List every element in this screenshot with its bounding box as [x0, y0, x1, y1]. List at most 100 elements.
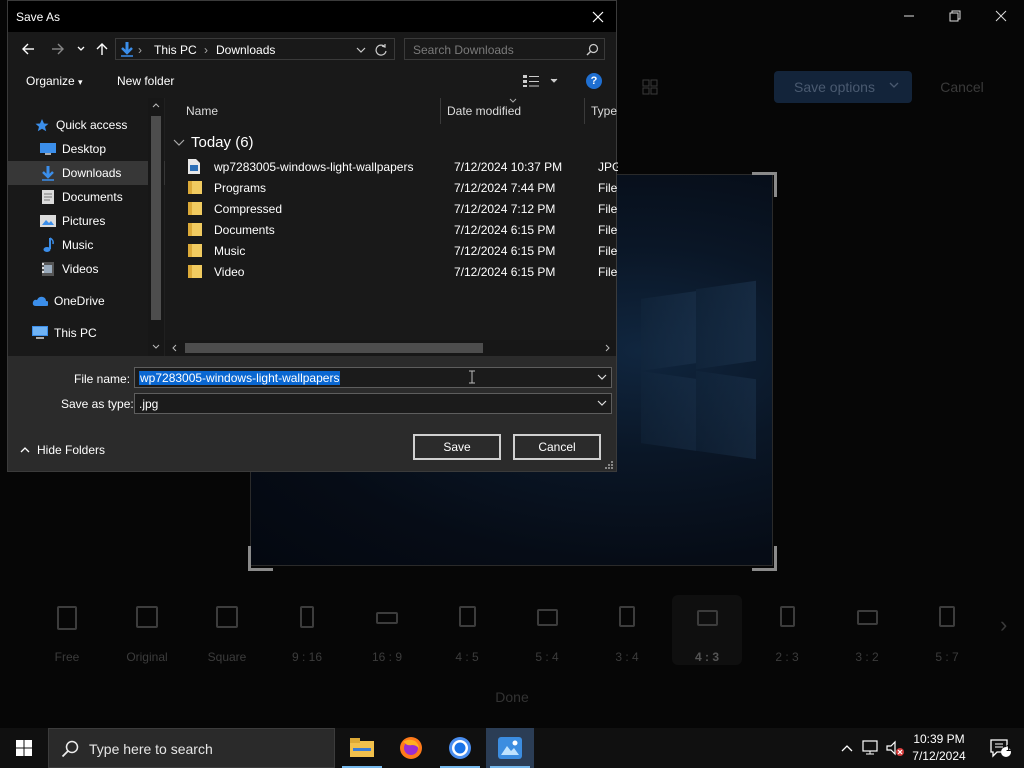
aspect-2-3[interactable]: 2 : 3 — [752, 600, 822, 670]
grid-icon[interactable] — [642, 79, 658, 95]
aspect-5-7[interactable]: 5 : 7 — [912, 600, 982, 670]
chevron-right-icon[interactable]: › — [1000, 612, 1007, 638]
cancel-button[interactable]: Cancel — [513, 434, 601, 460]
resize-grip-icon — [605, 461, 613, 469]
column-header-name[interactable]: Name — [186, 104, 218, 118]
change-view-button[interactable] — [523, 74, 563, 88]
organize-button[interactable]: Organize ▾ — [26, 74, 83, 88]
aspect-16-9[interactable]: 16 : 9 — [352, 600, 422, 670]
list-item[interactable]: Music 7/12/2024 6:15 PM File fo — [185, 241, 618, 262]
horizontal-scrollbar[interactable] — [165, 340, 616, 356]
aspect-square[interactable]: Square — [192, 600, 262, 670]
folder-icon — [188, 265, 202, 278]
windows-icon — [16, 740, 32, 756]
search-input[interactable]: Search Downloads — [404, 38, 605, 60]
list-item[interactable]: Compressed 7/12/2024 7:12 PM File fo — [185, 199, 618, 220]
horizontal-scroll-thumb[interactable] — [185, 343, 483, 353]
aspect-free[interactable]: Free — [32, 600, 102, 670]
dialog-close-button[interactable] — [584, 6, 612, 28]
videos-icon — [40, 261, 56, 277]
chevron-down-icon — [152, 344, 160, 349]
folder-icon — [188, 223, 202, 236]
new-folder-button[interactable]: New folder — [117, 74, 174, 88]
column-header-type[interactable]: Type — [591, 104, 617, 118]
save-as-type-value: .jpg — [139, 397, 159, 411]
crop-handle-bottom-right[interactable] — [752, 546, 777, 571]
chrome-icon — [449, 737, 471, 759]
restore-button[interactable] — [932, 0, 978, 32]
chevron-right-icon — [605, 344, 610, 352]
view-list-icon — [523, 75, 558, 87]
breadcrumb-this-pc[interactable]: This PC — [154, 43, 197, 57]
aspect-4-3[interactable]: 4 : 3 — [672, 595, 742, 665]
taskbar-photos[interactable] — [486, 728, 534, 768]
chevron-up-icon — [152, 103, 160, 108]
up-button[interactable] — [92, 39, 112, 59]
taskbar-search-box[interactable]: Type here to search — [48, 728, 335, 768]
search-icon — [586, 43, 599, 56]
recent-locations-button[interactable] — [71, 39, 91, 59]
folder-icon — [188, 181, 202, 194]
aspect-3-2[interactable]: 3 : 2 — [832, 600, 902, 670]
volume-muted-icon[interactable] — [886, 740, 906, 758]
group-header-today[interactable]: Today (6) — [173, 134, 254, 151]
file-name-value: wp7283005-windows-light-wallpapers — [139, 371, 341, 385]
chevron-down-icon — [597, 400, 607, 406]
breadcrumb-separator: › — [204, 43, 208, 57]
star-icon — [34, 117, 50, 133]
file-name-field[interactable]: wp7283005-windows-light-wallpapers — [134, 367, 612, 388]
downloads-icon — [121, 42, 133, 57]
back-button[interactable] — [18, 39, 38, 59]
crop-handle-bottom-left[interactable] — [248, 546, 273, 571]
breadcrumb-downloads[interactable]: Downloads — [216, 43, 275, 57]
column-header-date-modified[interactable]: Date modified — [447, 104, 521, 118]
breadcrumb-separator: › — [138, 43, 142, 57]
network-icon[interactable] — [862, 740, 880, 756]
notification-count: 1 — [1006, 743, 1012, 753]
downloads-icon — [40, 165, 56, 181]
chevron-up-icon[interactable] — [841, 743, 853, 753]
list-item[interactable]: Video 7/12/2024 6:15 PM File fo — [185, 262, 618, 283]
chevron-down-icon — [77, 46, 85, 51]
taskbar-search-placeholder: Type here to search — [89, 741, 213, 757]
save-options-button[interactable]: Save options — [774, 71, 912, 103]
editor-cancel-button[interactable]: Cancel — [924, 71, 1000, 103]
action-center-button[interactable]: 1 — [976, 728, 1024, 768]
firefox-icon — [400, 737, 422, 759]
taskbar-firefox[interactable] — [387, 728, 435, 768]
taskbar-chrome[interactable] — [436, 728, 484, 768]
aspect-5-4[interactable]: 5 : 4 — [512, 600, 582, 670]
forward-button[interactable] — [48, 39, 68, 59]
aspect-4-5[interactable]: 4 : 5 — [432, 600, 502, 670]
close-window-button[interactable] — [978, 0, 1024, 32]
save-as-type-select[interactable]: .jpg — [134, 393, 612, 414]
save-options-label: Save options — [794, 79, 875, 95]
hide-folders-button[interactable]: Hide Folders — [20, 443, 105, 457]
dialog-titlebar[interactable]: Save As — [8, 1, 616, 32]
help-icon[interactable]: ? — [586, 73, 602, 89]
list-item[interactable]: Documents 7/12/2024 6:15 PM File fo — [185, 220, 618, 241]
system-clock[interactable]: 10:39 PM 7/12/2024 — [904, 731, 974, 765]
minimize-button[interactable] — [886, 0, 932, 32]
list-item[interactable]: Programs 7/12/2024 7:44 PM File fo — [185, 178, 618, 199]
clock-date: 7/12/2024 — [912, 749, 966, 763]
address-bar[interactable]: › This PC › Downloads — [115, 38, 395, 60]
pictures-icon — [40, 213, 56, 229]
chevron-down-icon — [356, 47, 366, 53]
music-icon — [40, 237, 56, 253]
nav-scrollbar[interactable] — [148, 98, 164, 356]
list-item[interactable]: wp7283005-windows-light-wallpapers 7/12/… — [185, 157, 618, 178]
image-file-icon — [188, 159, 200, 174]
aspect-9-16[interactable]: 9 : 16 — [272, 600, 342, 670]
aspect-3-4[interactable]: 3 : 4 — [592, 600, 662, 670]
restore-icon — [949, 10, 961, 22]
done-button[interactable]: Done — [480, 689, 544, 705]
aspect-original[interactable]: Original — [112, 600, 182, 670]
save-button[interactable]: Save — [413, 434, 501, 460]
command-bar: Organize ▾ New folder ? — [8, 66, 616, 98]
crop-handle-top-right[interactable] — [752, 172, 777, 197]
navigation-pane: Quick access Desktop Downloads Documents… — [8, 98, 180, 356]
nav-scroll-thumb[interactable] — [151, 116, 161, 320]
start-button[interactable] — [0, 728, 48, 768]
taskbar-file-explorer[interactable] — [338, 728, 386, 768]
